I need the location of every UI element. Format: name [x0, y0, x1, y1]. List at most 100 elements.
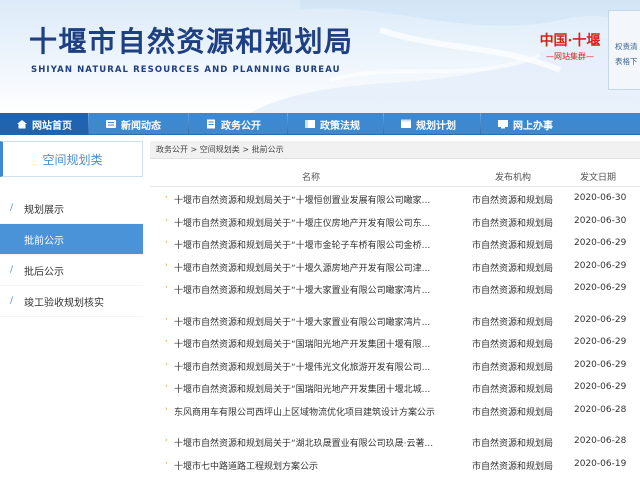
document-icon: [205, 119, 217, 129]
column-header-date: 发文日期: [580, 173, 617, 183]
main-nav: 网站首页 新闻动态 政务公开 政策法规 规划计划 网上办事: [0, 113, 640, 135]
slash-marker-icon: /: [10, 234, 14, 244]
site-header: 十堰市自然资源和规划局 SHIYAN NATURAL RESOURCES AND…: [0, 0, 640, 113]
row-date: 2020-06-19: [574, 458, 627, 469]
arrow-right-icon: ›: [165, 382, 168, 390]
row-org: 市自然资源和规划局: [472, 241, 554, 251]
quick-link-responsibility[interactable]: 权责清: [615, 39, 640, 54]
sidebar-item-label: 竣工验收规划核实: [24, 297, 104, 309]
row-title-link[interactable]: 十堰市自然资源和规划局关于“十堰伟光文化旅游开发有限公司...: [174, 360, 439, 373]
row-date: 2020-06-28: [574, 404, 627, 415]
table-row[interactable]: › 十堰市自然资源和规划局关于“十堰大家置业有限公司瞰家湾片... 市自然资源和…: [150, 309, 640, 332]
nav-item-label: 新闻动态: [121, 120, 161, 132]
site-group-logo[interactable]: 中国·十堰 —网站集群—: [530, 30, 610, 62]
row-title-link[interactable]: 十堰市自然资源和规划局关于“十堰久源房地产开发有限公司津...: [174, 261, 439, 274]
arrow-right-icon: ›: [165, 283, 168, 291]
row-org: 市自然资源和规划局: [472, 263, 554, 274]
site-group-logo-text: 中国·十堰: [539, 33, 601, 49]
arrow-right-icon: ›: [165, 458, 168, 467]
service-icon: [497, 119, 509, 129]
arrow-right-icon: ›: [165, 436, 168, 444]
sidebar-item-label: 规划展示: [24, 204, 64, 216]
quick-link-forms[interactable]: 表格下: [615, 54, 640, 69]
sidebar-item-plan-display[interactable]: / 规划展示: [0, 193, 143, 224]
row-org: 市自然资源和规划局: [472, 385, 554, 395]
sidebar: 空间规划类 / 规划展示 / 批前公示 / 批后公示 / 竣工验收规划核实: [0, 141, 143, 478]
slash-marker-icon: /: [10, 203, 14, 213]
row-title-link[interactable]: 十堰市自然资源和规划局关于“十堰市金轮子车桥有限公司金桥...: [174, 238, 439, 251]
arrow-right-icon: ›: [165, 215, 168, 224]
row-org: 市自然资源和规划局: [472, 286, 554, 296]
nav-item-label: 政务公开: [221, 120, 261, 132]
column-header-name: 名称: [302, 173, 321, 183]
sidebar-item-post-approval[interactable]: / 批后公示: [0, 255, 143, 286]
table-row[interactable]: › 十堰市自然资源和规划局关于“十堰恒创置业发展有限公司瞰家... 市自然资源和…: [150, 187, 640, 210]
table-row[interactable]: › 十堰市自然资源和规划局关于“国瑞阳光地产开发集团十堰北城... 市自然资源和…: [150, 376, 640, 399]
table-row[interactable]: › 十堰市自然资源和规划局关于“十堰庄仪房地产开发有限公司东... 市自然资源和…: [150, 210, 640, 233]
side-quick-panel: 权责清 表格下: [608, 10, 640, 90]
slash-marker-icon: /: [10, 296, 14, 306]
policy-icon: [304, 119, 316, 129]
nav-item-label: 网站首页: [32, 120, 72, 132]
announcement-list: › 十堰市自然资源和规划局关于“十堰恒创置业发展有限公司瞰家... 市自然资源和…: [150, 187, 640, 475]
sidebar-item-label: 批前公示: [24, 235, 64, 247]
row-date: 2020-06-29: [574, 238, 627, 248]
site-group-logo-caption: —网站集群—: [546, 52, 594, 61]
nav-item-label: 规划计划: [416, 120, 456, 132]
arrow-right-icon: ›: [165, 314, 168, 323]
row-date: 2020-06-29: [574, 337, 627, 347]
nav-item-gov-affairs[interactable]: 政务公开: [189, 113, 287, 135]
table-row[interactable]: › 十堰市自然资源和规划局关于“国瑞阳光地产开发集团十堰有限... 市自然资源和…: [150, 331, 640, 354]
row-org: 市自然资源和规划局: [472, 317, 554, 328]
table-row[interactable]: › 十堰市自然资源和规划局关于“湖北玖晟置业有限公司玖晟·云著... 市自然资源…: [150, 430, 640, 453]
row-date: 2020-06-29: [574, 283, 627, 293]
row-date: 2020-06-29: [574, 359, 627, 370]
slash-marker-icon: /: [10, 265, 14, 275]
nav-item-planning[interactable]: 规划计划: [384, 113, 480, 135]
table-row[interactable]: › 十堰市自然资源和规划局关于“十堰大家置业有限公司瞰家湾片... 市自然资源和…: [150, 277, 640, 300]
row-date: 2020-06-28: [574, 436, 627, 446]
row-org: 市自然资源和规划局: [472, 407, 554, 418]
nav-item-home[interactable]: 网站首页: [0, 113, 88, 135]
row-org: 市自然资源和规划局: [472, 461, 554, 472]
row-org: 市自然资源和规划局: [472, 340, 554, 350]
plan-icon: [400, 119, 412, 129]
row-date: 2020-06-29: [574, 314, 627, 325]
arrow-right-icon: ›: [165, 359, 168, 368]
table-header: 名称 发布机构 发文日期: [150, 166, 640, 186]
row-date: 2020-06-30: [574, 193, 627, 203]
arrow-right-icon: ›: [165, 238, 168, 246]
site-subtitle: SHIYAN NATURAL RESOURCES AND PLANNING BU…: [31, 65, 341, 75]
sidebar-item-pre-approval[interactable]: / 批前公示: [0, 224, 143, 255]
row-title-link[interactable]: 十堰市自然资源和规划局关于“国瑞阳光地产开发集团十堰有限...: [174, 337, 439, 350]
arrow-right-icon: ›: [165, 193, 168, 201]
row-org: 市自然资源和规划局: [472, 218, 554, 229]
row-org: 市自然资源和规划局: [472, 362, 554, 373]
sidebar-item-completion-check[interactable]: / 竣工验收规划核实: [0, 286, 143, 317]
row-title-link[interactable]: 十堰市自然资源和规划局关于“十堰庄仪房地产开发有限公司东...: [174, 216, 439, 229]
arrow-right-icon: ›: [165, 404, 168, 413]
breadcrumb: 政务公开 > 空间规划类 > 批前公示: [150, 141, 640, 159]
table-row[interactable]: › 东风商用车有限公司西坪山上区域物流优化项目建筑设计方案公示 市自然资源和规划…: [150, 399, 640, 422]
row-date: 2020-06-29: [574, 382, 627, 392]
row-date: 2020-06-29: [574, 260, 627, 271]
row-title-link[interactable]: 十堰市自然资源和规划局关于“十堰恒创置业发展有限公司瞰家...: [174, 193, 439, 206]
row-title-link[interactable]: 东风商用车有限公司西坪山上区域物流优化项目建筑设计方案公示: [174, 405, 439, 418]
arrow-right-icon: ›: [165, 337, 168, 345]
row-title-link[interactable]: 十堰市自然资源和规划局关于“国瑞阳光地产开发集团十堰北城...: [174, 382, 439, 395]
table-row[interactable]: › 十堰市自然资源和规划局关于“十堰久源房地产开发有限公司津... 市自然资源和…: [150, 255, 640, 278]
row-title-link[interactable]: 十堰市自然资源和规划局关于“湖北玖晟置业有限公司玖晟·云著...: [174, 436, 439, 449]
row-title-link[interactable]: 十堰市自然资源和规划局关于“十堰大家置业有限公司瞰家湾片...: [174, 315, 439, 328]
home-icon: [16, 119, 28, 129]
arrow-right-icon: ›: [165, 260, 168, 269]
row-org: 市自然资源和规划局: [472, 439, 554, 449]
table-row[interactable]: › 十堰市自然资源和规划局关于“十堰市金轮子车桥有限公司金桥... 市自然资源和…: [150, 232, 640, 255]
row-title-link[interactable]: 十堰市自然资源和规划局关于“十堰大家置业有限公司瞰家湾片...: [174, 283, 439, 296]
table-row[interactable]: › 十堰市自然资源和规划局关于“十堰伟光文化旅游开发有限公司... 市自然资源和…: [150, 354, 640, 377]
row-title-link[interactable]: 十堰市七中路道路工程规划方案公示: [174, 459, 439, 472]
nav-item-policy[interactable]: 政策法规: [288, 113, 383, 135]
table-row[interactable]: › 十堰市七中路道路工程规划方案公示 市自然资源和规划局 2020-06-19: [150, 453, 640, 476]
site-title: 十堰市自然资源和规划局: [29, 25, 354, 58]
nav-item-news[interactable]: 新闻动态: [89, 113, 188, 135]
nav-item-online-service[interactable]: 网上办事: [481, 113, 639, 135]
